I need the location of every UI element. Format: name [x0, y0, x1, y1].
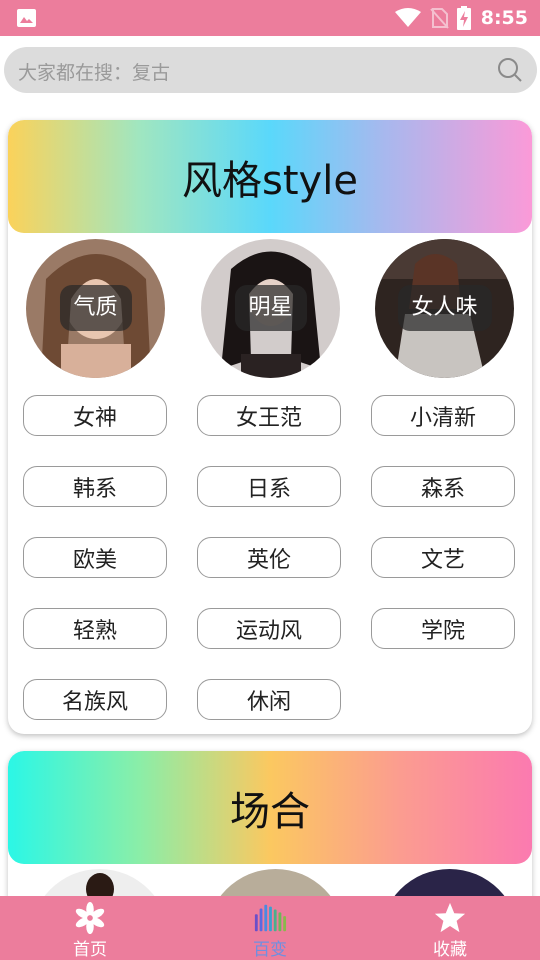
tag-item[interactable]: 小清新: [371, 395, 515, 436]
style-header: 风格style: [8, 120, 532, 233]
tag-item[interactable]: 森系: [371, 466, 515, 507]
bars-icon: [254, 904, 287, 932]
battery-charging-icon: [456, 6, 471, 30]
status-bar: 8:55: [0, 0, 540, 36]
flower-icon: [75, 901, 105, 935]
style-title: 风格style: [182, 157, 358, 204]
tag-item[interactable]: 轻熟: [23, 608, 167, 649]
tag-item[interactable]: 休闲: [197, 679, 341, 720]
tag-item[interactable]: 韩系: [23, 466, 167, 507]
tag-item[interactable]: 女神: [23, 395, 167, 436]
avatar-label: 明星: [234, 285, 307, 331]
search-icon[interactable]: [497, 57, 523, 83]
occasion-header: 场合: [8, 751, 532, 864]
style-card: 风格style 气质 明星 女人味 女神 女王范 小清新 韩系 日系 森系 欧美…: [8, 120, 532, 734]
occasion-title: 场合: [230, 788, 310, 835]
tag-item[interactable]: 学院: [371, 608, 515, 649]
star-icon: [434, 902, 466, 933]
tag-item[interactable]: 文艺: [371, 537, 515, 578]
status-time: 8:55: [480, 7, 528, 29]
wifi-icon: [394, 8, 421, 27]
avatar-mingxing[interactable]: 明星: [201, 239, 340, 378]
nav-home[interactable]: 首页: [0, 896, 180, 960]
avatar-label: 女人味: [397, 285, 492, 331]
tag-item[interactable]: 日系: [197, 466, 341, 507]
search-placeholder: 大家都在搜：复古: [18, 62, 171, 84]
bottom-nav: 首页 百变 收藏: [0, 896, 540, 960]
nav-home-label: 首页: [73, 940, 107, 960]
nav-favorites-label: 收藏: [433, 940, 467, 960]
search-bar[interactable]: 大家都在搜：复古: [4, 47, 537, 93]
avatar-nvrenwei[interactable]: 女人味: [375, 239, 514, 378]
tag-item[interactable]: 运动风: [197, 608, 341, 649]
tag-item[interactable]: 欧美: [23, 537, 167, 578]
gallery-notification-icon: [17, 9, 36, 27]
avatar-qizhi[interactable]: 气质: [26, 239, 165, 378]
tag-item[interactable]: 女王范: [197, 395, 341, 436]
no-sim-icon: [429, 8, 449, 29]
nav-favorites[interactable]: 收藏: [360, 896, 540, 960]
tag-item[interactable]: 名族风: [23, 679, 167, 720]
nav-baibian[interactable]: 百变: [180, 896, 360, 960]
avatar-label: 气质: [59, 285, 132, 331]
tag-item[interactable]: 英伦: [197, 537, 341, 578]
nav-baibian-label: 百变: [253, 940, 287, 960]
